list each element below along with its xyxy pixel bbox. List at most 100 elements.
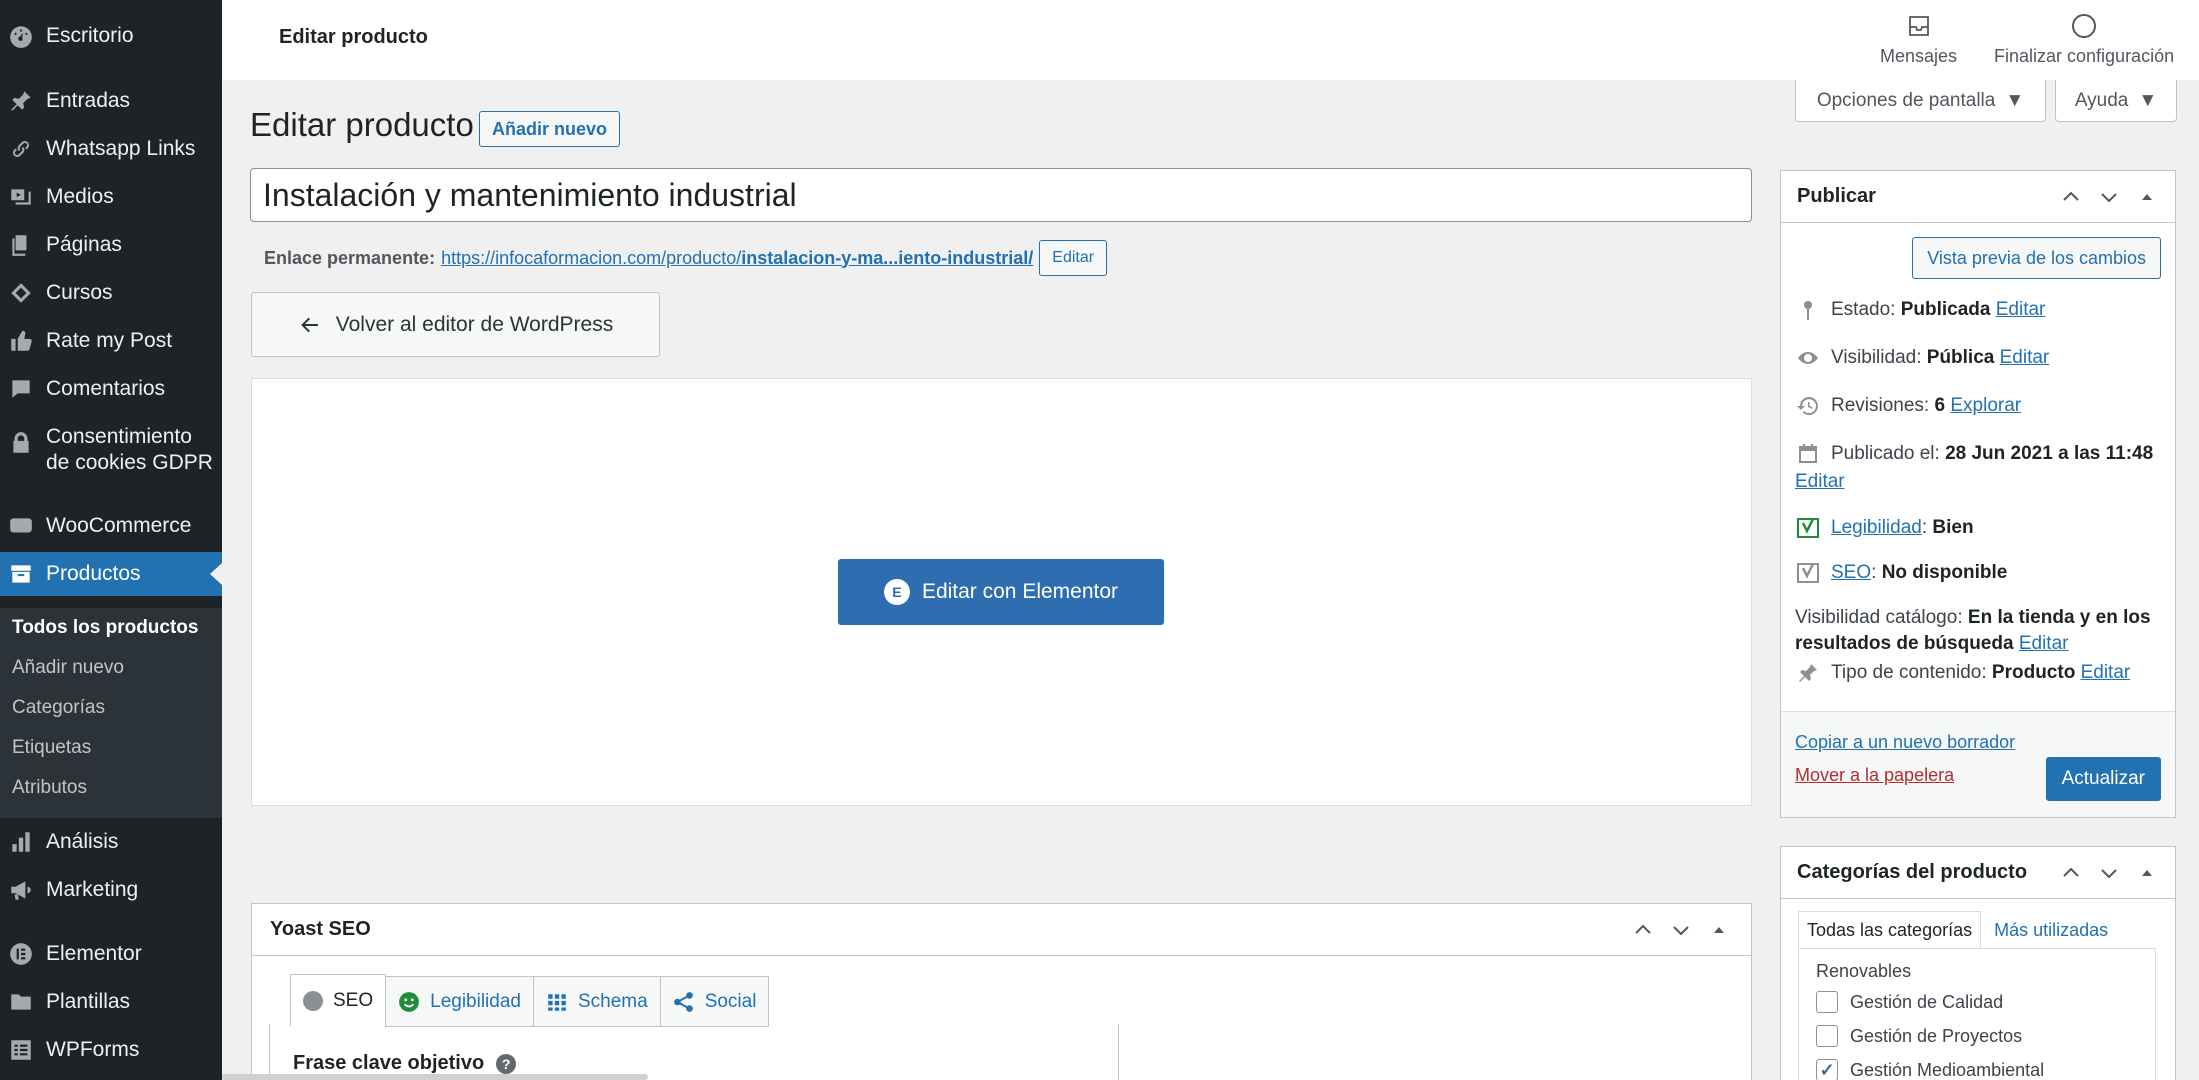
sidebar-item-plantillas[interactable]: Plantillas <box>0 980 222 1024</box>
sidebar-item-woocommerce[interactable]: WooCommerce <box>0 504 222 548</box>
visibility-edit-link[interactable]: Editar <box>2000 347 2050 368</box>
back-label: Volver al editor de WordPress <box>335 312 614 336</box>
sidebar-item-paginas[interactable]: Páginas <box>0 223 222 267</box>
copy-to-draft-link[interactable]: Copiar a un nuevo borrador <box>1795 732 2015 753</box>
media-icon <box>6 182 36 212</box>
help-icon[interactable]: ? <box>496 1053 517 1074</box>
sidebar-item-medios[interactable]: Medios <box>0 175 222 219</box>
chevron-up-icon[interactable] <box>2061 187 2081 207</box>
chevron-down-icon[interactable] <box>1671 920 1691 940</box>
inbox-icon <box>1908 16 1929 36</box>
category-item[interactable]: Gestión de Calidad <box>1816 991 2003 1013</box>
content-type-edit-link[interactable]: Editar <box>2081 662 2131 683</box>
smiley-icon <box>399 991 420 1012</box>
elementor-logo-icon: E <box>883 579 910 605</box>
permalink-slug: instalacion-y-ma...iento-industrial/ <box>741 247 1034 268</box>
sidebar-item-label: Medios <box>46 185 114 208</box>
permalink-edit-button[interactable]: Editar <box>1039 240 1108 276</box>
permalink-link[interactable]: https://infocaformacion.com/producto/ins… <box>441 248 1033 269</box>
horizontal-scrollbar[interactable] <box>222 1074 648 1080</box>
chevron-up-icon[interactable] <box>1633 920 1653 940</box>
page-title: Editar producto <box>250 106 474 143</box>
sidebar-item-gdpr[interactable]: Consentimiento de cookies GDPR <box>0 424 222 488</box>
productos-submenu: Todos los productos Añadir nuevo Categor… <box>0 608 222 818</box>
sidebar-item-label: Cursos <box>46 281 113 304</box>
sidebar-item-wpforms[interactable]: WPForms <box>0 1028 222 1072</box>
categories-title: Categorías del producto <box>1797 861 2028 883</box>
catalog-edit-link[interactable]: Editar <box>2019 633 2069 654</box>
sidebar-item-label: Análisis <box>46 830 119 853</box>
category-label: Gestión Medioambiental <box>1850 1059 2045 1080</box>
edit-with-elementor-button[interactable]: E Editar con Elementor <box>838 559 1164 625</box>
arrow-left-icon <box>300 317 318 332</box>
sidebar-item-label: Escritorio <box>46 24 134 47</box>
sidebar-item-entradas[interactable]: Entradas <box>0 79 222 123</box>
tab-legibilidad[interactable]: Legibilidad <box>385 976 534 1027</box>
chevron-down-icon[interactable] <box>2099 187 2119 207</box>
collapse-triangle-icon[interactable] <box>1709 920 1729 940</box>
sidebar-item-rate-my-post[interactable]: Rate my Post <box>0 319 222 363</box>
tab-social[interactable]: Social <box>659 976 770 1027</box>
sidebar-item-cursos[interactable]: Cursos <box>0 271 222 315</box>
visibility-label: Visibilidad: <box>1831 347 1922 368</box>
category-checkbox-checked[interactable]: ✓ <box>1816 1059 1838 1080</box>
help-button[interactable]: Ayuda ▼ <box>2055 80 2177 122</box>
status-row: Estado: Publicada Editar <box>1795 297 2045 323</box>
caret-down-icon: ▼ <box>2138 89 2158 111</box>
preview-changes-button[interactable]: Vista previa de los cambios <box>1912 237 2161 279</box>
published-edit-link[interactable]: Editar <box>1795 469 1845 495</box>
tab-all-categories[interactable]: Todas las categorías <box>1798 911 1982 949</box>
chevron-down-icon[interactable] <box>2099 863 2119 883</box>
status-edit-link[interactable]: Editar <box>1996 299 2046 320</box>
category-checkbox[interactable] <box>1816 991 1838 1013</box>
messages-button[interactable]: Mensajes <box>1880 12 1957 67</box>
readability-link[interactable]: Legibilidad <box>1831 517 1922 538</box>
sidebar-item-comentarios[interactable]: Comentarios <box>0 367 222 411</box>
submenu-item-etiquetas[interactable]: Etiquetas <box>12 737 91 759</box>
sidebar-item-elementor[interactable]: Elementor <box>0 932 222 976</box>
thumbs-up-icon <box>6 326 36 356</box>
category-label: Gestión de Calidad <box>1850 991 2004 1012</box>
product-title-input[interactable]: Instalación y mantenimiento industrial <box>250 168 1752 222</box>
chevron-up-icon[interactable] <box>2061 863 2081 883</box>
collapse-triangle-icon[interactable] <box>2137 863 2157 883</box>
folder-icon <box>6 987 36 1017</box>
tab-label: Social <box>704 990 757 1012</box>
add-new-button[interactable]: Añadir nuevo <box>479 111 621 147</box>
visibility-value: Pública <box>1926 347 1995 368</box>
caret-down-icon: ▼ <box>2005 89 2025 111</box>
pin-icon <box>6 86 36 116</box>
revisions-row: Revisiones: 6 Explorar <box>1795 393 2021 419</box>
tab-seo[interactable]: SEO <box>290 974 387 1027</box>
gray-dot-icon <box>303 990 323 1011</box>
move-to-trash-link[interactable]: Mover a la papelera <box>1795 765 1954 786</box>
tab-schema[interactable]: Schema <box>532 976 661 1027</box>
category-item[interactable]: Gestión de Proyectos <box>1816 1025 2022 1047</box>
admin-sidebar: Escritorio Entradas Whatsapp Links Medio… <box>0 0 222 1080</box>
dashboard-icon <box>6 21 36 51</box>
category-item[interactable]: ✓ Gestión Medioambiental <box>1816 1059 2044 1080</box>
screen-options-button[interactable]: Opciones de pantalla ▼ <box>1795 80 2046 122</box>
finish-setup-button[interactable]: Finalizar configuración <box>1994 12 2174 67</box>
sidebar-item-productos[interactable]: Productos <box>0 552 222 596</box>
revisions-browse-link[interactable]: Explorar <box>1950 395 2021 416</box>
collapse-triangle-icon[interactable] <box>2137 187 2157 207</box>
product-categories-box: Categorías del producto Todas las catego… <box>1780 846 2176 1080</box>
content-type-row: Tipo de contenido: Producto Editar <box>1795 660 2130 686</box>
sidebar-item-escritorio[interactable]: Escritorio <box>0 14 222 58</box>
update-button[interactable]: Actualizar <box>2045 757 2161 801</box>
submenu-item-anadir-nuevo[interactable]: Añadir nuevo <box>12 657 124 679</box>
share-icon <box>673 991 693 1012</box>
sidebar-item-whatsapp-links[interactable]: Whatsapp Links <box>0 127 222 171</box>
category-checkbox[interactable] <box>1816 1025 1838 1047</box>
sidebar-item-analisis[interactable]: Análisis <box>0 820 222 864</box>
yoast-title: Yoast SEO <box>270 918 371 940</box>
tab-most-used[interactable]: Más utilizadas <box>1985 911 2117 949</box>
sidebar-item-marketing[interactable]: Marketing <box>0 868 222 912</box>
submenu-item-todos-productos[interactable]: Todos los productos <box>12 617 198 639</box>
seo-link[interactable]: SEO <box>1831 562 1871 583</box>
back-to-wordpress-editor-button[interactable]: Volver al editor de WordPress <box>251 292 660 357</box>
category-group-label: Renovables <box>1816 961 1912 981</box>
submenu-item-atributos[interactable]: Atributos <box>12 777 87 799</box>
submenu-item-categorias[interactable]: Categorías <box>12 697 105 719</box>
